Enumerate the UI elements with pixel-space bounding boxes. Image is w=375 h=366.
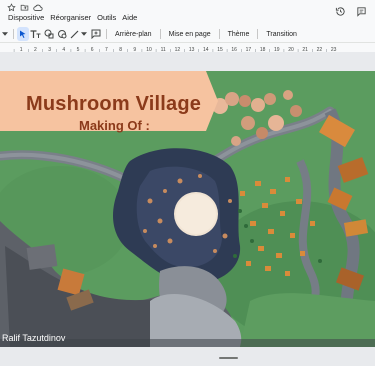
slide-title[interactable]: Mushroom Village [26,93,201,116]
select-cursor-icon[interactable] [17,27,29,41]
toolbar-divider [106,29,107,39]
add-comment-icon[interactable] [89,27,103,41]
slide-subtitle[interactable]: Making Of : [79,118,150,133]
transition-button[interactable]: Transition [261,31,301,38]
toolbar-divider [257,29,259,39]
background-button[interactable]: Arrière-plan [110,31,157,38]
line-icon[interactable] [68,27,80,41]
image-icon[interactable] [55,27,68,41]
toolbar: Arrière-plan Mise en page Thème Transiti… [0,27,375,41]
chevron-down-icon[interactable] [0,27,10,41]
line-chevron-icon[interactable] [80,27,87,41]
resize-handle[interactable] [219,357,238,359]
move-folder-icon[interactable] [19,2,29,12]
star-icon[interactable] [6,2,16,12]
cloud-status-icon[interactable] [32,2,43,12]
author-credit[interactable]: Ralif Tazutdinov [2,333,65,343]
toolbar-divider [13,29,14,39]
menu-bar: Dispositive Réorganiser Outils Aide [5,13,140,22]
horizontal-ruler[interactable]: 1 2 3 4 5 6 7 8 9 10 11 12 13 14 15 16 17 18 19 20 21 22 23 [0,42,375,53]
toolbar-divider [159,29,161,39]
slide-canvas[interactable]: Mushroom Village Making Of : Ralif Tazut… [0,71,375,347]
slides-editor: Dispositive Réorganiser Outils Aide Arri… [0,0,375,366]
menu-reorganiser[interactable]: Réorganiser [47,13,94,22]
menu-dispositive[interactable]: Dispositive [5,13,47,22]
toolbar-divider [218,29,220,39]
menu-outils[interactable]: Outils [94,13,119,22]
menu-aide[interactable]: Aide [119,13,140,22]
history-icon[interactable] [334,5,346,17]
comment-icon[interactable] [355,5,367,17]
layout-button[interactable]: Mise en page [164,31,216,38]
text-box-icon[interactable] [29,27,42,41]
top-bar: Dispositive Réorganiser Outils Aide [0,0,375,26]
theme-button[interactable]: Thème [223,31,255,38]
shape-icon[interactable] [42,27,55,41]
